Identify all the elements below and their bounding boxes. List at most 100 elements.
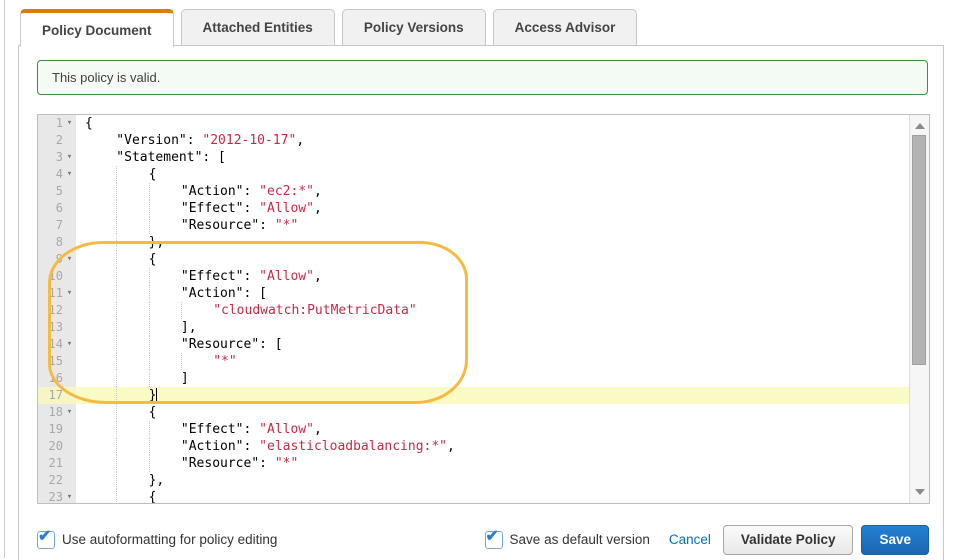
scroll-down-icon[interactable] [915, 489, 925, 495]
indent-guide [116, 455, 148, 472]
code-token: "Effect": [181, 201, 259, 216]
tab-access-advisor[interactable]: Access Advisor [493, 9, 638, 45]
code-text[interactable]: { [76, 166, 909, 183]
save-button[interactable]: Save [861, 525, 929, 555]
code-text[interactable]: "Effect": "Allow", [76, 268, 909, 285]
code-text[interactable]: } [76, 387, 909, 404]
code-token: "Version": [116, 133, 202, 148]
line-gutter: 14 ▾ [38, 336, 76, 353]
line-number: 19 [38, 421, 63, 438]
indent-guide [85, 489, 116, 504]
autoformat-checkbox[interactable]: ✔ [37, 531, 55, 549]
fold-arrow-icon[interactable]: ▾ [63, 489, 76, 504]
cancel-link[interactable]: Cancel [669, 532, 711, 547]
code-line-11[interactable]: 11 ▾ "Action": [ [38, 285, 909, 302]
code-line-23[interactable]: 23 ▾ { [38, 489, 909, 504]
code-text[interactable]: "Action": "ec2:*", [76, 183, 909, 200]
line-number: 1 [38, 115, 63, 132]
indent-guide [85, 404, 116, 421]
code-text[interactable]: "Effect": "Allow", [76, 200, 909, 217]
code-line-18[interactable]: 18 ▾ { [38, 404, 909, 421]
autoformat-label[interactable]: Use autoformatting for policy editing [62, 532, 277, 547]
tab-attached-entities[interactable]: Attached Entities [181, 9, 335, 45]
code-line-21[interactable]: 21 "Resource": "*" [38, 455, 909, 472]
code-token: , [296, 133, 304, 148]
code-line-22[interactable]: 22 }, [38, 472, 909, 489]
string-token: "*" [275, 218, 298, 233]
code-line-1[interactable]: 1 ▾ { [38, 115, 909, 132]
code-token: , [314, 269, 322, 284]
fold-arrow-icon[interactable]: ▾ [63, 404, 76, 421]
indent-guide [116, 166, 148, 183]
code-token: { [149, 490, 157, 504]
string-token: "2012-10-17" [202, 133, 296, 148]
code-line-19[interactable]: 19 "Effect": "Allow", [38, 421, 909, 438]
code-line-2[interactable]: 2 "Version": "2012-10-17", [38, 132, 909, 149]
indent-guide [149, 455, 181, 472]
code-text[interactable]: ] [76, 370, 909, 387]
default-version-checkbox[interactable]: ✔ [485, 531, 503, 549]
fold-arrow-icon[interactable]: ▾ [63, 149, 76, 166]
code-line-17[interactable]: 17 } [38, 387, 909, 404]
code-text[interactable]: { [76, 251, 909, 268]
code-line-5[interactable]: 5 "Action": "ec2:*", [38, 183, 909, 200]
string-token: "*" [213, 354, 236, 369]
code-text[interactable]: ], [76, 319, 909, 336]
code-text[interactable]: { [76, 115, 909, 132]
code-line-6[interactable]: 6 "Effect": "Allow", [38, 200, 909, 217]
indent-guide [85, 251, 116, 268]
scroll-up-icon[interactable] [915, 123, 925, 129]
line-gutter: 22 [38, 472, 76, 489]
code-line-14[interactable]: 14 ▾ "Resource": [ [38, 336, 909, 353]
policy-code-editor[interactable]: 1 ▾ { 2 "Version": "2012-10-17", 3 ▾ "St… [37, 114, 930, 504]
line-gutter: 10 [38, 268, 76, 285]
code-text[interactable]: "*" [76, 353, 909, 370]
code-text[interactable]: "cloudwatch:PutMetricData" [76, 302, 909, 319]
code-text[interactable]: "Effect": "Allow", [76, 421, 909, 438]
tab-policy-versions[interactable]: Policy Versions [342, 9, 486, 45]
code-line-13[interactable]: 13 ], [38, 319, 909, 336]
code-line-8[interactable]: 8 }, [38, 234, 909, 251]
validate-policy-button[interactable]: Validate Policy [723, 525, 854, 555]
fold-arrow-icon[interactable]: ▾ [63, 251, 76, 268]
code-text[interactable]: "Resource": "*" [76, 217, 909, 234]
code-text[interactable]: }, [76, 234, 909, 251]
code-line-12[interactable]: 12 "cloudwatch:PutMetricData" [38, 302, 909, 319]
code-line-16[interactable]: 16 ] [38, 370, 909, 387]
code-line-10[interactable]: 10 "Effect": "Allow", [38, 268, 909, 285]
scrollbar-thumb[interactable] [912, 135, 926, 365]
code-text[interactable]: "Resource": [ [76, 336, 909, 353]
editor-scrollbar[interactable] [909, 115, 929, 503]
code-line-15[interactable]: 15 "*" [38, 353, 909, 370]
code-text[interactable]: }, [76, 472, 909, 489]
code-line-3[interactable]: 3 ▾ "Statement": [ [38, 149, 909, 166]
code-text[interactable]: "Statement": [ [76, 149, 909, 166]
editor-lines: 1 ▾ { 2 "Version": "2012-10-17", 3 ▾ "St… [38, 115, 909, 504]
code-text[interactable]: { [76, 489, 909, 504]
code-line-4[interactable]: 4 ▾ { [38, 166, 909, 183]
code-text[interactable]: "Version": "2012-10-17", [76, 132, 909, 149]
code-line-20[interactable]: 20 "Action": "elasticloadbalancing:*", [38, 438, 909, 455]
autoformat-option[interactable]: ✔ Use autoformatting for policy editing [37, 524, 277, 555]
code-text[interactable]: "Action": "elasticloadbalancing:*", [76, 438, 909, 455]
indent-guide [181, 302, 213, 319]
indent-guide [149, 319, 181, 336]
fold-arrow-icon[interactable]: ▾ [63, 166, 76, 183]
code-line-9[interactable]: 9 ▾ { [38, 251, 909, 268]
fold-arrow-icon[interactable]: ▾ [63, 336, 76, 353]
fold-arrow-icon[interactable]: ▾ [63, 115, 76, 132]
fold-arrow-icon[interactable]: ▾ [63, 285, 76, 302]
code-token: "Statement": [ [116, 150, 226, 165]
string-token: "ec2:*" [259, 184, 314, 199]
code-token: { [85, 116, 93, 131]
code-text[interactable]: "Action": [ [76, 285, 909, 302]
line-number: 12 [38, 302, 63, 319]
default-version-label[interactable]: Save as default version [510, 532, 650, 547]
tab-policy-document[interactable]: Policy Document [20, 9, 174, 47]
checkmark-icon: ✔ [38, 526, 51, 546]
indent-guide [116, 302, 148, 319]
code-text[interactable]: { [76, 404, 909, 421]
code-text[interactable]: "Resource": "*" [76, 455, 909, 472]
line-gutter: 2 [38, 132, 76, 149]
code-line-7[interactable]: 7 "Resource": "*" [38, 217, 909, 234]
